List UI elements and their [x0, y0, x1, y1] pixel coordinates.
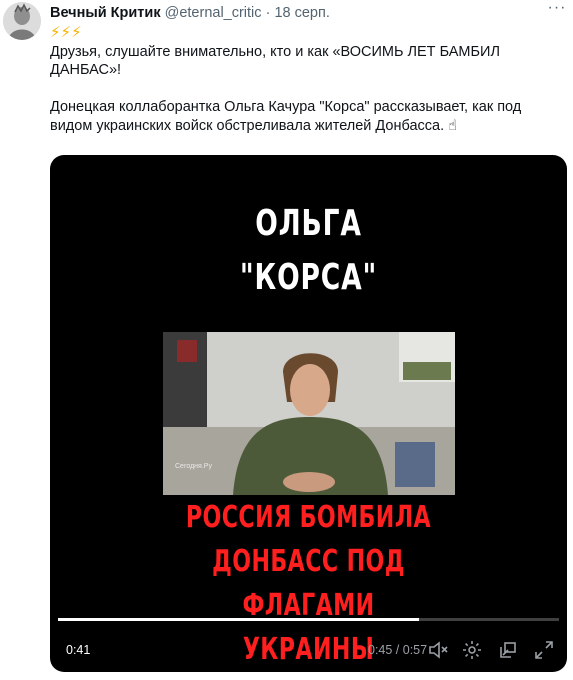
progress-bar[interactable]	[58, 618, 559, 621]
emoji-line: ⚡⚡⚡	[50, 24, 82, 41]
author-handle[interactable]: @eternal_critic	[165, 5, 262, 21]
video-player[interactable]: ОЛЬГА "КОРСА" Сегодня.Ру РОССИЯ БОМБИЛА …	[50, 155, 567, 672]
author-name[interactable]: Вечный Критик	[50, 5, 161, 21]
video-still: Сегодня.Ру	[163, 332, 455, 495]
tweet-text: ⚡⚡⚡ Друзья, слушайте внимательно, кто и …	[50, 24, 555, 135]
current-time: 0:41	[66, 643, 91, 657]
duration-text: 0:45 / 0:57	[368, 643, 428, 657]
avatar[interactable]	[3, 2, 41, 40]
progress-fill	[58, 618, 419, 621]
volume-off-icon[interactable]	[427, 639, 449, 661]
more-icon[interactable]: ···	[547, 0, 567, 18]
picture-in-picture-icon[interactable]	[497, 639, 519, 661]
tweet-line-1: Друзья, слушайте внимательно, кто и как …	[50, 43, 500, 79]
video-caption-line-4: УКРАИНЫ	[242, 632, 375, 667]
settings-icon[interactable]	[461, 639, 483, 661]
video-title-line-1: ОЛЬГА	[255, 203, 362, 244]
video-still-image	[163, 332, 455, 495]
video-caption-line-1: РОССИЯ БОМБИЛА	[185, 500, 432, 535]
meta-separator: ·	[265, 5, 271, 21]
tweet-date[interactable]: 18 серп.	[274, 5, 329, 21]
fullscreen-icon[interactable]	[533, 639, 555, 661]
still-watermark: Сегодня.Ру	[175, 463, 212, 470]
avatar-image	[3, 2, 41, 40]
tweet-header: Вечный Критик @eternal_critic · 18 серп.	[50, 4, 543, 22]
video-title-line-2: "КОРСА"	[239, 257, 378, 298]
tweet-line-2: Донецкая коллаборантка Ольга Качура "Кор…	[50, 99, 522, 134]
video-caption-line-2: ДОНБАСС ПОД	[212, 544, 405, 579]
